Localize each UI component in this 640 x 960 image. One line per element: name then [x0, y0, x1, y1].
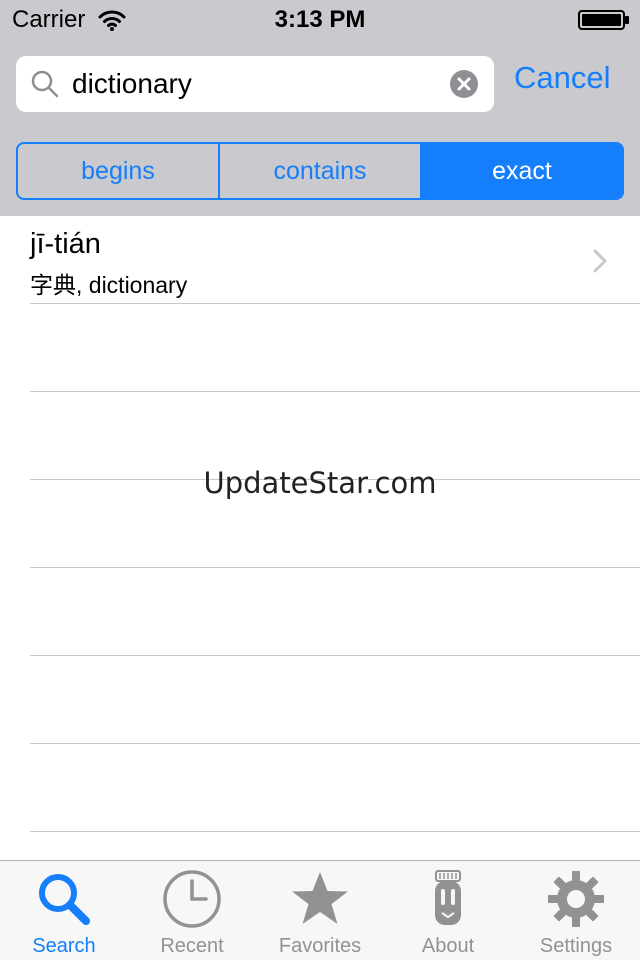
result-pinyin: jī-tián — [30, 228, 101, 260]
tab-label: Settings — [539, 935, 613, 957]
clear-icon[interactable] — [450, 70, 478, 98]
watermark-text: UpdateStar.com — [203, 466, 437, 500]
search-icon — [39, 874, 90, 925]
tab-bar: Search Recent Favorites About Settings — [0, 860, 640, 960]
list-item[interactable]: jī-tián 字典, dictionary — [0, 216, 640, 304]
tab-label: Search — [32, 935, 96, 957]
clock-icon — [163, 870, 221, 928]
battery-icon — [578, 10, 629, 30]
row-separator — [30, 567, 640, 568]
tab-about[interactable]: About — [384, 861, 512, 960]
about-icon — [435, 870, 461, 925]
row-separator — [30, 655, 640, 656]
search-input[interactable] — [72, 56, 442, 112]
magnifier-icon — [31, 70, 59, 98]
row-separator — [30, 391, 640, 392]
row-separator — [30, 303, 640, 304]
search-field[interactable] — [16, 56, 494, 112]
match-mode-segmented-control: begins contains exact — [16, 142, 624, 200]
tab-search[interactable]: Search — [0, 861, 128, 960]
gear-icon — [548, 871, 604, 927]
star-icon — [292, 872, 348, 924]
results-list: jī-tián 字典, dictionary UpdateStar.com — [0, 216, 640, 860]
tab-label: About — [421, 935, 475, 957]
row-separator — [30, 831, 640, 832]
tab-favorites[interactable]: Favorites — [256, 861, 384, 960]
chevron-right-icon — [593, 249, 607, 273]
tab-settings[interactable]: Settings — [512, 861, 640, 960]
cancel-button[interactable]: Cancel — [514, 60, 611, 96]
tab-recent[interactable]: Recent — [128, 861, 256, 960]
segment-exact[interactable]: exact — [422, 144, 622, 198]
result-definition: 字典, dictionary — [30, 272, 188, 298]
tab-label: Recent — [160, 935, 224, 957]
tab-label: Favorites — [278, 935, 362, 957]
segment-begins[interactable]: begins — [18, 144, 220, 198]
segment-contains[interactable]: contains — [220, 144, 422, 198]
status-bar: Carrier 3:13 PM — [0, 0, 640, 40]
row-separator — [30, 743, 640, 744]
status-time: 3:13 PM — [274, 6, 366, 33]
search-bar: Cancel begins contains exact — [0, 40, 640, 216]
